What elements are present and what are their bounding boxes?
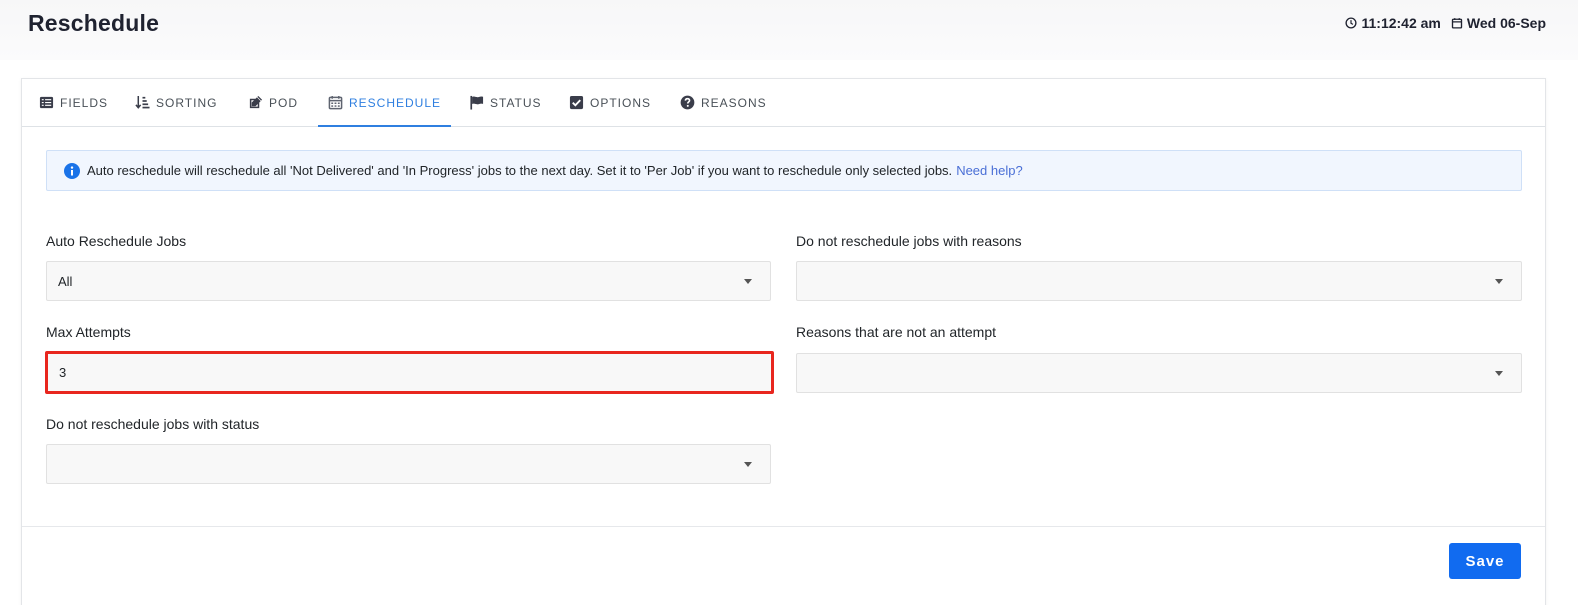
calendar-small-icon	[1451, 18, 1463, 29]
tab-label: REASONS	[701, 95, 767, 110]
tab-reschedule[interactable]: RESCHEDULE	[318, 79, 451, 127]
date-text: Wed 06-Sep	[1466, 15, 1546, 31]
checkbox-icon	[569, 95, 584, 110]
chevron-down-icon	[1495, 279, 1503, 284]
list-icon	[39, 96, 54, 109]
tab-label: STATUS	[490, 95, 542, 110]
top-bar: Reschedule 11:12:42 am Wed 06-Sep	[0, 0, 1578, 60]
tab-label: RESCHEDULE	[348, 95, 442, 110]
time-display: 11:12:42 am	[1345, 15, 1441, 31]
tab-label: FIELDS	[60, 95, 109, 110]
tab-fields[interactable]: FIELDS	[39, 79, 108, 126]
chevron-down-icon	[744, 462, 752, 467]
save-button[interactable]: Save	[1449, 543, 1521, 579]
info-alert: Auto reschedule will reschedule all 'Not…	[46, 150, 1522, 191]
question-circle-icon	[680, 95, 695, 110]
clock-icon	[1345, 17, 1358, 29]
settings-card: FIELDS SORTING POD RESCHEDULE STATUS OPT…	[21, 78, 1546, 605]
max-attempts-label: Max Attempts	[46, 324, 131, 340]
auto-reschedule-value: All	[58, 273, 73, 289]
clock-display: 11:12:42 am Wed 06-Sep	[1345, 15, 1546, 31]
tab-options[interactable]: OPTIONS	[569, 79, 651, 126]
flag-icon	[470, 95, 484, 110]
tab-reasons[interactable]: REASONS	[680, 79, 767, 126]
tab-status[interactable]: STATUS	[469, 79, 542, 126]
need-help-link[interactable]: Need help?	[956, 163, 1023, 178]
non-attempt-reasons-label: Reasons that are not an attempt	[796, 324, 997, 340]
max-attempts-input[interactable]: 3	[45, 351, 774, 394]
page-title: Reschedule	[28, 10, 160, 36]
auto-reschedule-select[interactable]: All	[46, 261, 771, 301]
exclude-status-label: Do not reschedule jobs with status	[46, 416, 260, 432]
tab-label: OPTIONS	[590, 95, 652, 110]
footer-divider	[22, 526, 1545, 527]
tab-sorting[interactable]: SORTING	[135, 79, 217, 126]
edit-icon	[249, 95, 263, 109]
sort-icon	[135, 95, 150, 109]
exclude-status-select[interactable]	[46, 444, 771, 484]
info-icon	[64, 162, 80, 179]
auto-reschedule-label: Auto Reschedule Jobs	[46, 233, 187, 249]
non-attempt-reasons-select[interactable]	[796, 353, 1522, 393]
tab-bar: FIELDS SORTING POD RESCHEDULE STATUS OPT…	[22, 79, 1545, 127]
alert-text: Auto reschedule will reschedule all 'Not…	[87, 163, 953, 178]
time-text: 11:12:42 am	[1361, 15, 1441, 31]
exclude-reasons-select[interactable]	[796, 261, 1522, 301]
tab-label: SORTING	[156, 95, 218, 110]
max-attempts-value: 3	[59, 365, 67, 380]
exclude-reasons-label: Do not reschedule jobs with reasons	[796, 233, 1022, 249]
date-display: Wed 06-Sep	[1451, 15, 1546, 31]
chevron-down-icon	[744, 279, 752, 284]
tab-label: POD	[269, 95, 299, 110]
calendar-icon	[328, 95, 343, 110]
tab-pod[interactable]: POD	[248, 79, 298, 126]
chevron-down-icon	[1495, 371, 1503, 376]
